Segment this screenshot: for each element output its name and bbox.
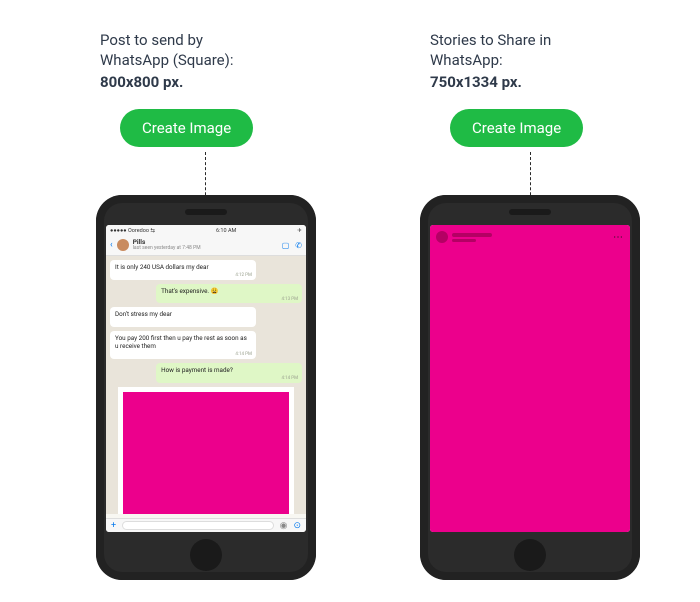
option-title: Stories to Share in WhatsApp: <box>430 30 700 71</box>
home-button[interactable] <box>514 539 546 571</box>
avatar <box>436 231 448 243</box>
chat-body: It is only 240 USA dollars my dear 4:12 … <box>106 256 306 514</box>
phone-speaker <box>185 209 227 215</box>
chat-input-bar: + ◉ ⊙ <box>106 518 306 532</box>
chat-header: ‹ Pills last seen yesterday at 7:48 PM ▢… <box>106 236 306 256</box>
story-header: ⋯ <box>436 231 624 243</box>
phone-speaker <box>509 209 551 215</box>
chat-last-seen: last seen yesterday at 7:48 PM <box>133 246 278 252</box>
title-line1: Stories to Share in <box>430 31 551 49</box>
home-button[interactable] <box>190 539 222 571</box>
chat-text-field[interactable] <box>122 521 273 530</box>
status-time: 6:10 AM <box>216 228 236 234</box>
chat-header-icons: ▢ ✆ <box>282 241 302 250</box>
create-image-button[interactable]: Create Image <box>450 109 583 147</box>
chat-text: That's expensive. 😩 <box>161 287 218 295</box>
ios-status-bar: ●●●●● Ooredoo ⇆ 6:10 AM ✈ <box>106 225 306 236</box>
chat-time: 4:14 PM <box>281 376 298 382</box>
option-square-post: Post to send by WhatsApp (Square): 800x8… <box>100 30 370 207</box>
title-line1: Post to send by <box>100 31 203 49</box>
phone-mockup-square: ●●●●● Ooredoo ⇆ 6:10 AM ✈ ‹ Pills last s… <box>96 195 316 580</box>
avatar[interactable] <box>117 239 129 251</box>
create-image-button[interactable]: Create Image <box>120 109 253 147</box>
chat-bubble: Don't stress my dear <box>110 307 256 327</box>
option-dimensions: 750x1334 px. <box>430 73 700 91</box>
chat-bubble: How is payment is made? 4:14 PM <box>156 363 302 383</box>
status-left: ●●●●● Ooredoo ⇆ <box>110 228 155 234</box>
plus-icon[interactable]: + <box>111 521 116 531</box>
chat-text: It is only 240 USA dollars my dear <box>115 263 209 271</box>
story-name-placeholder <box>452 233 492 242</box>
option-dimensions: 800x800 px. <box>100 73 370 91</box>
video-call-icon[interactable]: ▢ <box>282 241 290 250</box>
highlight-region: ⋯ <box>430 225 630 532</box>
chat-time: 4:14 PM <box>235 352 252 358</box>
chat-time: 4:13 PM <box>281 297 298 303</box>
status-right: ✈ <box>297 228 302 234</box>
chat-title-block: Pills last seen yesterday at 7:48 PM <box>133 239 278 252</box>
signal-icon: ⇆ <box>150 228 155 234</box>
image-placeholder-square <box>118 387 295 514</box>
chat-time: 4:12 PM <box>235 273 252 279</box>
camera-icon[interactable]: ◉ <box>280 521 288 531</box>
chat-bubble: That's expensive. 😩 4:13 PM <box>156 284 302 304</box>
voice-call-icon[interactable]: ✆ <box>295 241 302 250</box>
option-title: Post to send by WhatsApp (Square): <box>100 30 370 71</box>
highlight-region <box>123 392 290 514</box>
chat-bubble: It is only 240 USA dollars my dear 4:12 … <box>110 260 256 280</box>
title-line2: WhatsApp: <box>430 51 503 69</box>
title-line2: WhatsApp (Square): <box>100 51 233 69</box>
phone-screen: ●●●●● Ooredoo ⇆ 6:10 AM ✈ ‹ Pills last s… <box>106 225 306 532</box>
phone-screen: ⋯ <box>430 225 630 532</box>
phone-mockup-story: ⋯ <box>420 195 640 580</box>
option-story: Stories to Share in WhatsApp: 750x1334 p… <box>430 30 700 207</box>
chat-text: You pay 200 first then u pay the rest as… <box>115 334 247 350</box>
mic-icon[interactable]: ⊙ <box>293 521 301 531</box>
carrier: ●●●●● Ooredoo <box>110 228 149 234</box>
chat-text: How is payment is made? <box>161 366 233 374</box>
chat-bubble: You pay 200 first then u pay the rest as… <box>110 331 256 359</box>
chat-text: Don't stress my dear <box>115 310 172 318</box>
more-icon[interactable]: ⋯ <box>613 232 624 243</box>
back-icon[interactable]: ‹ <box>110 240 113 250</box>
